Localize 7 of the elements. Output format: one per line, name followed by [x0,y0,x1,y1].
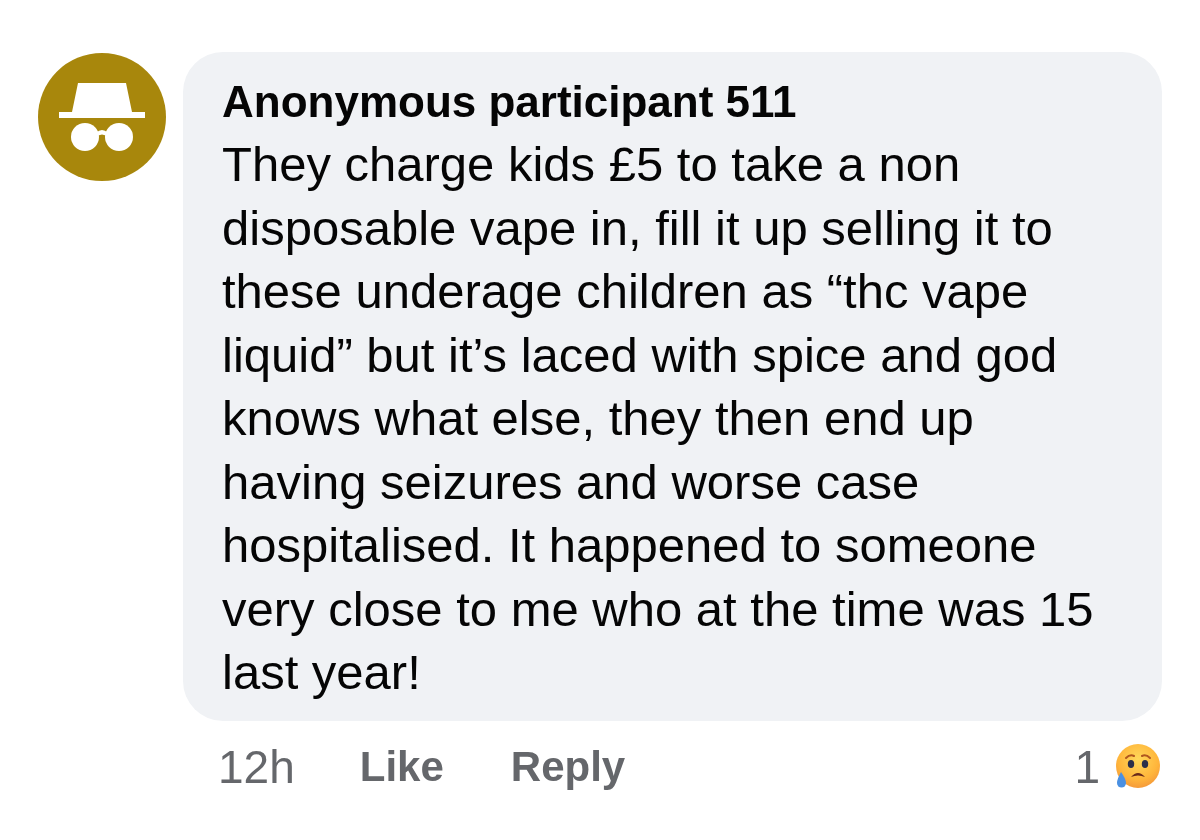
comment-text: They charge kids £5 to take a non disposable vape in, fill it up selling it to these underage children as “thc vape liquid” but it’s laced with spice and god knows what else, they then end up having seizures and worse case hospitalised. It happened to someone very close to me who at the time was 15 last year! [222,136,1095,701]
reply-link[interactable]: Reply [510,742,626,791]
like-link[interactable]: Like [359,742,444,791]
comment-time: 12h [218,739,295,794]
anonymous-avatar-icon [38,53,166,181]
author-name: Anonymous participant 511 [222,76,798,128]
reaction-count: 1 [1074,739,1100,794]
